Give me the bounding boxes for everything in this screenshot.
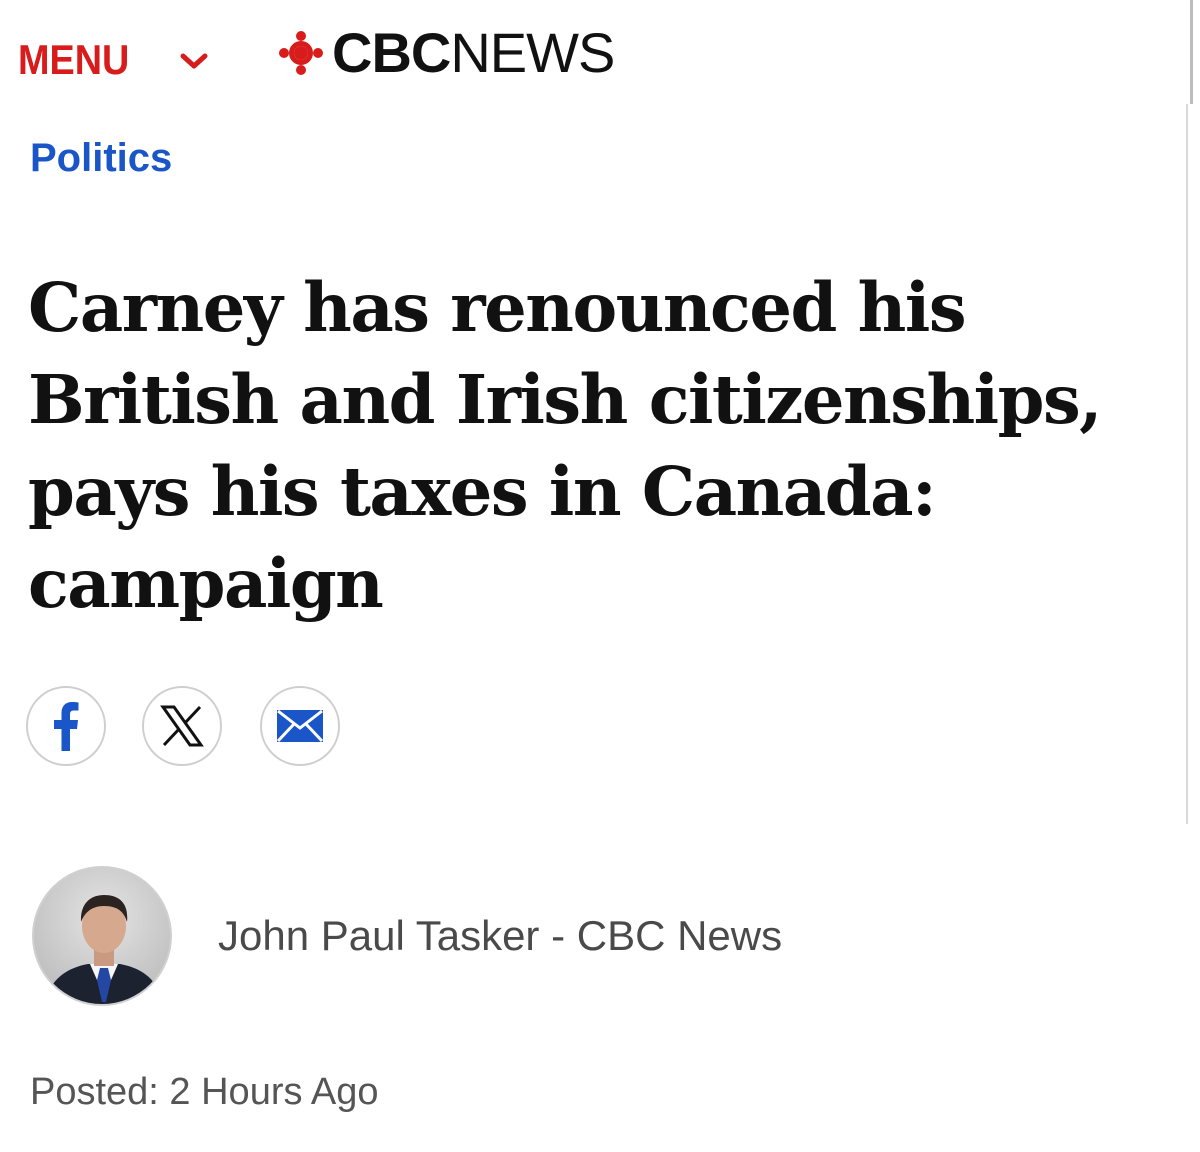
cbc-news-logo[interactable]: CBCNEWS (278, 21, 615, 84)
section-link-politics[interactable]: Politics (30, 134, 172, 182)
article-headline: Carney has renounced his British and Iri… (28, 268, 1103, 623)
page-edge-divider (1186, 104, 1188, 824)
email-icon (276, 709, 324, 743)
menu-label: MENU (18, 36, 130, 83)
author-photo (34, 868, 170, 1004)
page-edge-divider (1190, 0, 1193, 104)
cbc-gem-icon (279, 31, 323, 75)
logo-news-text: NEWS (450, 21, 615, 84)
posted-timestamp: Posted: 2 Hours Ago (30, 1071, 379, 1113)
share-facebook-button[interactable] (26, 686, 106, 766)
share-x-button[interactable] (142, 686, 222, 766)
logo-wordmark: CBCNEWS (332, 21, 615, 84)
facebook-icon (54, 702, 79, 751)
author-byline[interactable]: John Paul Tasker - CBC News (218, 910, 782, 962)
menu-button[interactable]: MENU (18, 36, 208, 84)
chevron-down-icon (180, 53, 208, 69)
x-icon (160, 705, 204, 747)
logo-cbc-text: CBC (332, 21, 451, 84)
author-avatar[interactable] (32, 866, 172, 1006)
share-email-button[interactable] (260, 686, 340, 766)
